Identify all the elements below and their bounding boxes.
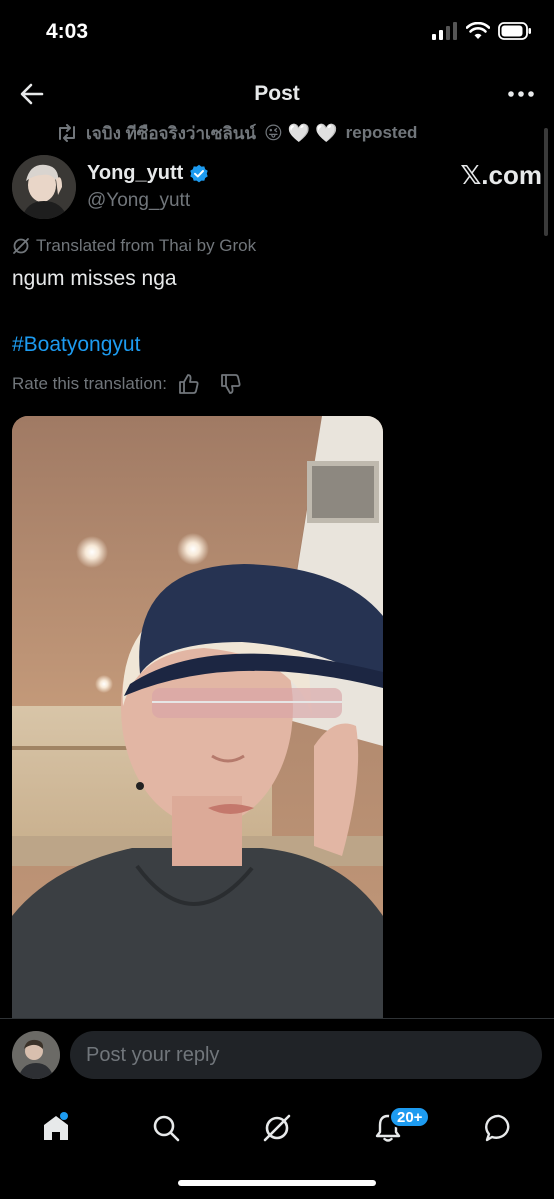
cellular-signal-icon [432,22,457,40]
current-user-avatar-image [12,1031,60,1079]
battery-icon [498,22,531,40]
home-indicator[interactable] [178,1180,376,1186]
author-avatar-image [12,155,76,219]
repost-context[interactable]: เจบิง ทีซือจริงว่าเซลินน์ 😜 🤍 🤍 reposted [56,120,417,146]
tab-notifications[interactable]: 20+ [364,1104,431,1152]
reposter-name: เจบิง ทีซือจริงว่าเซลินน์ [86,123,257,143]
thumbs-up-icon[interactable] [177,372,201,396]
grok-icon [263,1114,291,1142]
scrollbar[interactable] [544,128,548,236]
translation-note: Translated from Thai by Grok [12,236,256,256]
search-icon [153,1115,180,1142]
author-name-text: Yong_yutt [87,162,184,184]
post-author: Yong_yutt @Yong_yutt 𝕏.com [12,152,542,222]
top-nav: Post [0,70,554,118]
grok-icon [13,238,29,254]
page-title: Post [254,82,300,105]
messages-icon [485,1114,510,1142]
more-options-button[interactable] [506,80,536,108]
status-icons [432,22,532,40]
notifications-badge: 20+ [389,1106,431,1128]
post-photo-image [12,416,383,1019]
author-handle[interactable]: @Yong_yutt [87,190,190,212]
rate-translation: Rate this translation: [12,372,243,396]
rate-translation-label: Rate this translation: [12,374,167,393]
reposter-emojis: 😜 🤍 🤍 [264,122,338,143]
post-text: ngum misses nga [12,267,177,290]
reply-composer [0,1018,554,1090]
tab-search[interactable] [142,1104,190,1152]
home-unread-dot [60,1112,68,1120]
wifi-icon [466,22,490,39]
author-display-name[interactable]: Yong_yutt [87,162,209,185]
status-bar: 4:03 [0,0,554,66]
post-photo[interactable] [12,416,383,1019]
tab-messages[interactable] [475,1104,523,1152]
current-user-avatar[interactable] [12,1031,60,1079]
more-horizontal-icon [508,91,534,97]
reposted-label: reposted [345,123,418,142]
reply-input[interactable] [70,1031,542,1079]
hashtag-link[interactable]: #Boatyongyut [12,333,140,357]
tab-grok[interactable] [253,1104,301,1152]
verified-badge-icon [190,164,208,182]
status-time: 4:03 [46,20,89,43]
bottom-tab-bar: 20+ [0,1090,554,1199]
thumbs-down-icon[interactable] [219,372,243,396]
translation-note-text: Translated from Thai by Grok [36,236,257,255]
x-com-watermark: 𝕏.com [460,160,542,190]
author-avatar[interactable] [12,155,76,219]
tab-home[interactable] [32,1104,80,1152]
repost-icon [59,124,75,142]
